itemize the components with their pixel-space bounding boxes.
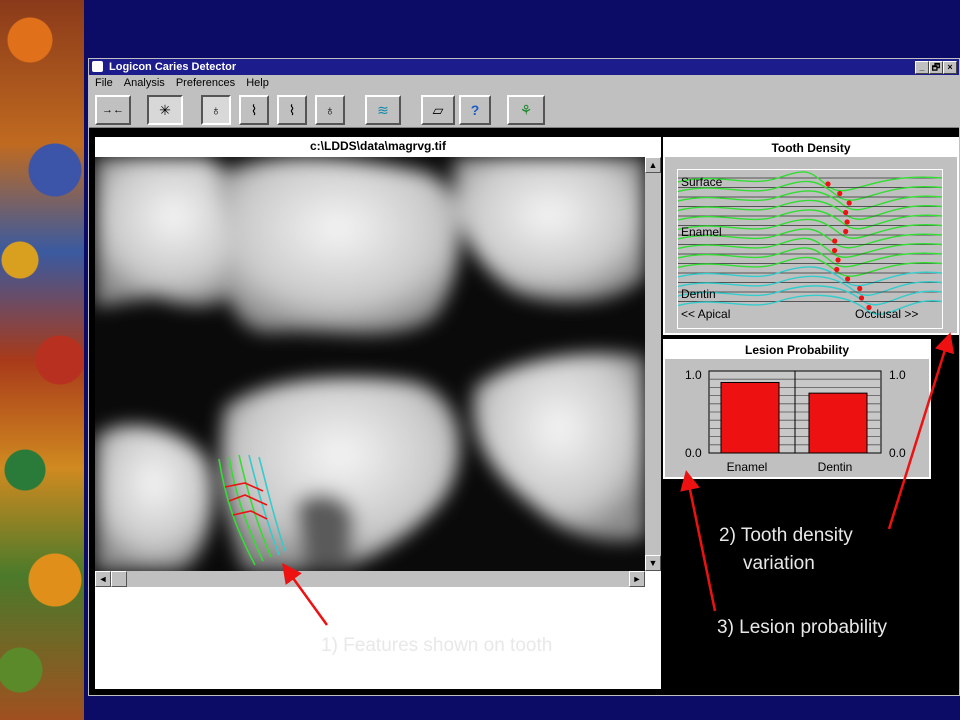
canine-tooth-icon: ⌇ xyxy=(288,102,296,118)
density-point xyxy=(835,257,841,263)
lesion-bar-label-dentin: Dentin xyxy=(818,460,853,474)
minimize-button[interactable]: _ xyxy=(915,61,929,74)
menu-file[interactable]: File xyxy=(95,77,113,89)
app-window: Logicon Caries Detector _ 🗗 × File Analy… xyxy=(88,58,960,696)
density-point xyxy=(837,190,843,197)
back-arrows-button[interactable]: →← xyxy=(95,95,131,125)
lesion-probability-chart: 1.0 1.0 0.0 0.0 Enamel Dentin xyxy=(685,368,906,474)
lesion-bar-label-enamel: Enamel xyxy=(727,460,768,474)
density-point xyxy=(858,295,865,301)
density-point xyxy=(843,228,849,235)
lesion-ytop-right: 1.0 xyxy=(889,368,906,382)
title-bar[interactable]: Logicon Caries Detector _ 🗗 × xyxy=(89,59,959,75)
scroll-thumb[interactable] xyxy=(111,571,127,587)
back-arrows-icon: →← xyxy=(102,104,124,116)
image-pane: c:\LDDS\data\magrvg.tif ▲ ▼ ◄ ► xyxy=(95,137,661,689)
tooth-density-plot: Surface Enamel Dentin << Apical Occlusal… xyxy=(677,169,943,329)
lesion-ytop-left: 1.0 xyxy=(685,368,702,382)
density-point xyxy=(846,200,852,206)
density-point xyxy=(844,219,850,225)
eraser-button[interactable]: ▱ xyxy=(421,95,455,125)
lesion-ybottom-right: 0.0 xyxy=(889,446,906,460)
lesion-probability-pane: Lesion Probability 1.0 1.0 0.0 0.0 Ename… xyxy=(663,339,931,479)
lesion-ybottom-left: 0.0 xyxy=(685,446,702,460)
annotation-density-line1: 2) Tooth density xyxy=(719,525,853,546)
premolar-tooth-icon: ♁ xyxy=(324,102,336,118)
density-lines-icon: ≋ xyxy=(377,102,389,118)
plant-button[interactable]: ⚘ xyxy=(507,95,545,125)
image-pane-title: c:\LDDS\data\magrvg.tif xyxy=(95,137,661,155)
incisor-tooth-button[interactable]: ⌇ xyxy=(239,95,269,125)
menu-bar: File Analysis Preferences Help xyxy=(89,75,959,91)
premolar-tooth-button[interactable]: ♁ xyxy=(315,95,345,125)
density-label-occlusal: Occlusal >> xyxy=(855,307,918,321)
arrow-lesion xyxy=(680,470,717,612)
incisor-tooth-icon: ⌇ xyxy=(250,102,258,118)
help-button[interactable]: ? xyxy=(459,95,491,125)
scroll-down-icon[interactable]: ▼ xyxy=(645,555,661,571)
lesion-bar-dentin xyxy=(808,392,868,454)
menu-preferences[interactable]: Preferences xyxy=(176,77,235,89)
annotation-lesion: 3) Lesion probability xyxy=(717,617,888,638)
density-point xyxy=(857,285,863,292)
density-lines-button[interactable]: ≋ xyxy=(365,95,401,125)
horizontal-scrollbar[interactable]: ◄ ► xyxy=(95,571,645,587)
eraser-icon: ▱ xyxy=(432,102,444,118)
vertical-scrollbar[interactable]: ▲ ▼ xyxy=(645,157,661,571)
plant-icon: ⚘ xyxy=(519,102,533,118)
lesion-probability-title: Lesion Probability xyxy=(665,341,929,359)
slide-decoration xyxy=(0,0,84,720)
starburst-button[interactable]: ✳ xyxy=(147,95,183,125)
help-icon: ? xyxy=(470,102,480,118)
restore-button[interactable]: 🗗 xyxy=(929,61,943,74)
molar-tooth-icon: ♁ xyxy=(210,102,222,118)
scroll-right-icon[interactable]: ► xyxy=(629,571,645,587)
density-point xyxy=(825,181,831,187)
annotation-density-line2: variation xyxy=(743,553,815,574)
density-point xyxy=(845,276,851,282)
density-label-dentin: Dentin xyxy=(681,287,716,301)
xray-graphic xyxy=(95,157,645,571)
toolbar: →← ✳ ♁ ⌇ ⌇ ♁ ≋ ▱ ? ⚘ xyxy=(89,91,959,128)
lesion-bar-enamel xyxy=(720,381,780,454)
xray-image[interactable] xyxy=(95,157,645,571)
starburst-icon: ✳ xyxy=(159,102,171,118)
molar-tooth-button[interactable]: ♁ xyxy=(201,95,231,125)
window-title: Logicon Caries Detector xyxy=(109,61,237,73)
density-point xyxy=(831,247,838,254)
tooth-density-pane: Tooth Density Surface Enamel Dentin << A… xyxy=(663,137,959,335)
density-label-enamel: Enamel xyxy=(681,225,722,239)
density-point xyxy=(834,266,840,273)
menu-analysis[interactable]: Analysis xyxy=(124,77,165,89)
density-point xyxy=(832,238,838,244)
app-icon[interactable] xyxy=(92,61,103,72)
annotation-features: 1) Features shown on tooth xyxy=(321,635,553,656)
density-label-apical: << Apical xyxy=(681,307,730,321)
scroll-up-icon[interactable]: ▲ xyxy=(645,157,661,173)
scroll-left-icon[interactable]: ◄ xyxy=(95,571,111,587)
close-button[interactable]: × xyxy=(943,61,957,74)
tooth-density-title: Tooth Density xyxy=(665,139,957,157)
menu-help[interactable]: Help xyxy=(246,77,269,89)
density-label-surface: Surface xyxy=(681,175,723,189)
canine-tooth-button[interactable]: ⌇ xyxy=(277,95,307,125)
density-point xyxy=(843,209,849,216)
